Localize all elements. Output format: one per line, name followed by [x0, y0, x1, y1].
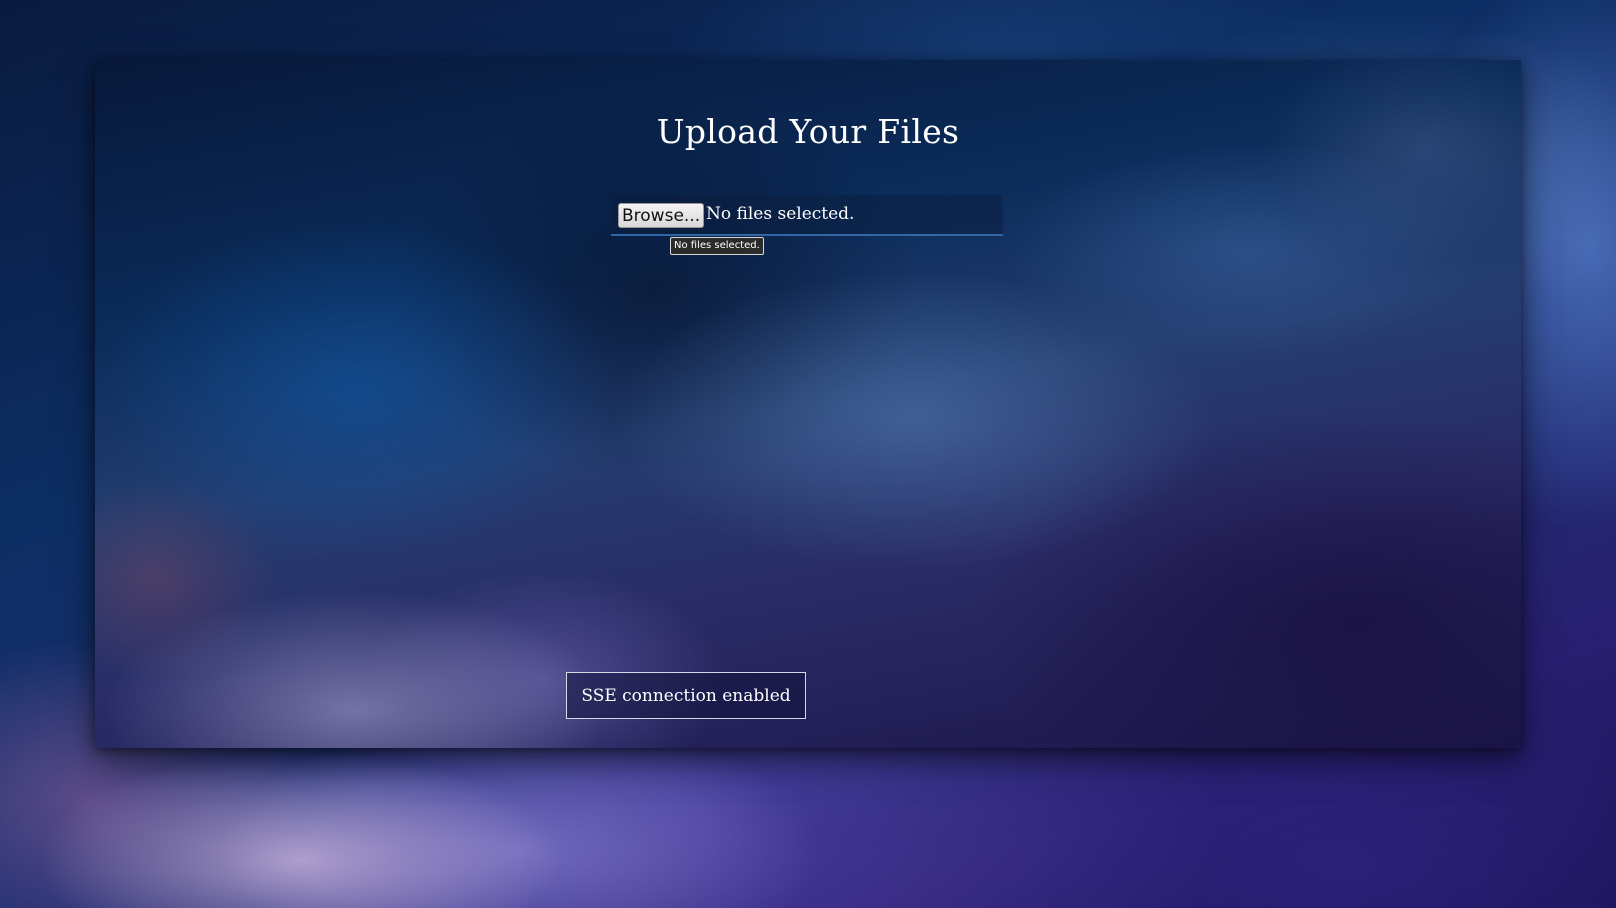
browse-button[interactable]: Browse... — [618, 203, 705, 228]
file-status-text: No files selected. — [706, 204, 855, 224]
page-title: Upload Your Files — [656, 112, 960, 151]
sse-status-text: SSE connection enabled — [581, 685, 791, 706]
sse-status-box: SSE connection enabled — [566, 672, 806, 719]
file-input[interactable]: Browse... No files selected. — [611, 195, 1003, 236]
file-input-tooltip: No files selected. — [670, 237, 764, 255]
upload-panel: Upload Your Files Browse... No files sel… — [95, 60, 1521, 748]
